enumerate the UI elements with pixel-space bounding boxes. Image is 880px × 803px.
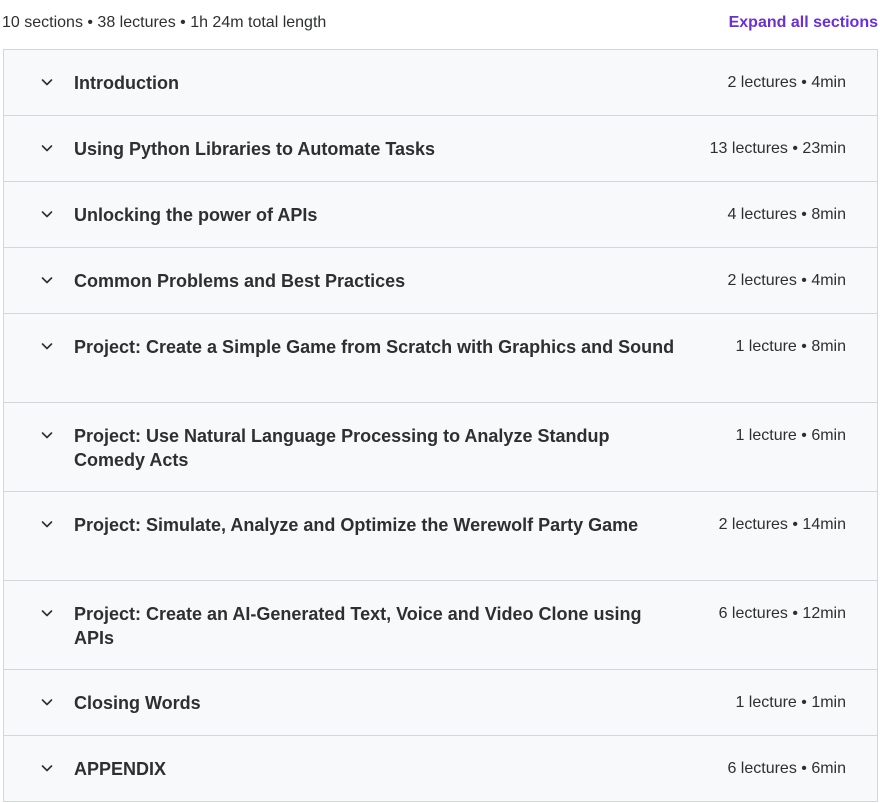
section-title: Unlocking the power of APIs <box>74 205 318 225</box>
section-meta: 6 lectures • 6min <box>727 760 846 777</box>
section-title: Closing Words <box>74 693 201 713</box>
section-title: Project: Simulate, Analyze and Optimize … <box>74 515 639 535</box>
section-title: Project: Create an AI-Generated Text, Vo… <box>74 604 642 648</box>
section-title: Introduction <box>74 73 179 93</box>
section-row-simple-game[interactable]: Project: Create a Simple Game from Scrat… <box>4 314 877 403</box>
section-title: Project: Use Natural Language Processing… <box>74 426 610 470</box>
expand-all-sections-link[interactable]: Expand all sections <box>729 14 878 32</box>
section-row-nlp-comedy[interactable]: Project: Use Natural Language Processing… <box>4 403 877 492</box>
section-meta: 1 lecture • 6min <box>735 427 846 444</box>
curriculum-header: 10 sections • 38 lectures • 1h 24m total… <box>0 0 880 48</box>
chevron-down-icon <box>41 277 53 284</box>
chevron-down-icon <box>41 765 53 772</box>
section-row-ai-clone[interactable]: Project: Create an AI-Generated Text, Vo… <box>4 581 877 670</box>
chevron-down-icon <box>41 610 53 617</box>
section-row-apis[interactable]: Unlocking the power of APIs 4 lectures •… <box>4 182 877 248</box>
chevron-down-icon <box>41 79 53 86</box>
section-meta: 2 lectures • 4min <box>727 272 846 289</box>
section-meta: 2 lectures • 14min <box>718 516 846 533</box>
section-title: Using Python Libraries to Automate Tasks <box>74 139 436 159</box>
section-title: APPENDIX <box>74 759 167 779</box>
curriculum-summary: 10 sections • 38 lectures • 1h 24m total… <box>2 14 327 31</box>
section-row-werewolf-game[interactable]: Project: Simulate, Analyze and Optimize … <box>4 492 877 581</box>
chevron-down-icon <box>41 432 53 439</box>
section-meta: 6 lectures • 12min <box>718 605 846 622</box>
chevron-down-icon <box>41 145 53 152</box>
section-row-python-libraries[interactable]: Using Python Libraries to Automate Tasks… <box>4 116 877 182</box>
chevron-down-icon <box>41 699 53 706</box>
chevron-down-icon <box>41 521 53 528</box>
section-title: Project: Create a Simple Game from Scrat… <box>74 337 675 357</box>
section-row-common-problems[interactable]: Common Problems and Best Practices 2 lec… <box>4 248 877 314</box>
section-row-appendix[interactable]: APPENDIX 6 lectures • 6min <box>4 736 877 802</box>
section-row-closing-words[interactable]: Closing Words 1 lecture • 1min <box>4 670 877 736</box>
chevron-down-icon <box>41 211 53 218</box>
section-meta: 1 lecture • 1min <box>735 694 846 711</box>
section-row-introduction[interactable]: Introduction 2 lectures • 4min <box>4 50 877 116</box>
chevron-down-icon <box>41 343 53 350</box>
section-list: Introduction 2 lectures • 4min Using Pyt… <box>3 49 878 802</box>
section-meta: 13 lectures • 23min <box>709 140 846 157</box>
section-meta: 4 lectures • 8min <box>727 206 846 223</box>
section-meta: 1 lecture • 8min <box>735 338 846 355</box>
section-title: Common Problems and Best Practices <box>74 271 406 291</box>
section-meta: 2 lectures • 4min <box>727 74 846 91</box>
